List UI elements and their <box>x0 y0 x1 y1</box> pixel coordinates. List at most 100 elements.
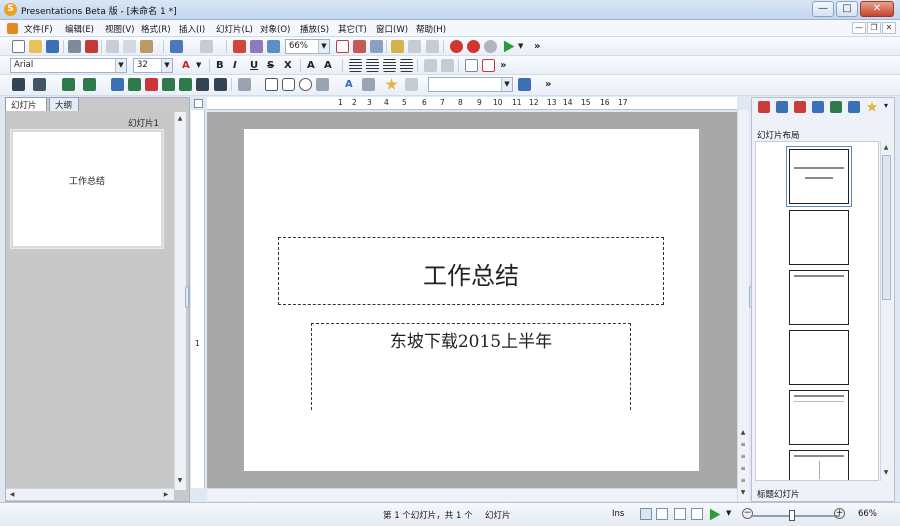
scroll-up-icon[interactable]: ▲ <box>881 143 891 153</box>
transition-icon[interactable] <box>848 101 860 113</box>
superscript-icon[interactable]: A <box>307 59 315 72</box>
copy-icon[interactable] <box>123 40 136 53</box>
layout-scrollbar[interactable]: ▲ ▼ <box>880 141 892 481</box>
zoom-in-icon[interactable]: + <box>834 508 845 519</box>
numbering-icon[interactable] <box>441 59 454 72</box>
scroll-up-icon[interactable]: ▲ <box>738 428 748 438</box>
chevron-down-icon[interactable]: ▼ <box>501 78 512 91</box>
menu-edit[interactable]: 编辑(E) <box>65 23 94 35</box>
text-frame-icon[interactable] <box>336 40 349 53</box>
position-icon[interactable] <box>12 78 25 91</box>
strikethrough-icon[interactable]: S <box>267 59 274 72</box>
italic-icon[interactable]: I <box>233 59 237 72</box>
slide-thumbnail[interactable]: 工作总结 <box>11 130 163 248</box>
menu-view[interactable]: 视图(V) <box>105 23 134 35</box>
zoom-slider-thumb[interactable] <box>789 510 795 521</box>
ungroup-icon[interactable] <box>128 78 141 91</box>
indent-icon[interactable] <box>465 59 478 72</box>
close-button[interactable]: ✕ <box>860 1 894 17</box>
spell-check-icon[interactable] <box>408 40 421 53</box>
line-style-icon[interactable] <box>518 78 531 91</box>
toolbar-overflow-button[interactable]: » <box>545 78 551 91</box>
next-slide-icon[interactable]: ≡ <box>738 464 748 474</box>
tab-outline[interactable]: 大纲 <box>49 97 79 111</box>
object-icon[interactable] <box>370 40 383 53</box>
chevron-down-icon[interactable]: ▼ <box>318 40 329 53</box>
document-icon[interactable] <box>7 23 18 34</box>
chevron-down-icon[interactable]: ▼ <box>115 59 126 72</box>
layout-icon[interactable] <box>758 101 770 113</box>
group-icon[interactable] <box>111 78 124 91</box>
slide-title[interactable]: 工作总结 <box>279 256 663 291</box>
text-frame-tool-icon[interactable] <box>362 78 375 91</box>
ellipse-icon[interactable] <box>299 78 312 91</box>
settings-icon[interactable] <box>484 40 497 53</box>
scroll-left-icon[interactable]: ◀ <box>7 490 17 500</box>
small-caps-icon[interactable]: X <box>284 59 292 72</box>
ruler-corner[interactable] <box>194 99 203 108</box>
align-right-icon[interactable] <box>383 59 396 72</box>
rounded-rect-icon[interactable] <box>282 78 295 91</box>
chart-icon[interactable] <box>426 40 439 53</box>
print-icon[interactable] <box>68 40 81 53</box>
page-up-icon[interactable]: ≡ <box>738 440 748 450</box>
background-icon[interactable] <box>812 101 824 113</box>
animation-icon[interactable] <box>830 101 842 113</box>
textart-icon[interactable]: A <box>345 78 353 91</box>
save-icon[interactable] <box>46 40 59 53</box>
layout-title-content[interactable] <box>789 390 849 445</box>
paste-icon[interactable] <box>140 40 153 53</box>
find-icon[interactable] <box>250 40 263 53</box>
table-icon[interactable] <box>33 78 46 91</box>
first-slide-icon[interactable]: ≡ <box>738 452 748 462</box>
play-icon[interactable] <box>503 40 515 53</box>
outline-view-icon[interactable] <box>656 508 668 520</box>
bring-front-icon[interactable] <box>145 78 158 91</box>
toolbar-overflow-button[interactable]: » <box>534 40 540 53</box>
cut-icon[interactable] <box>106 40 119 53</box>
layout-blank[interactable] <box>789 210 849 265</box>
justify-icon[interactable] <box>400 59 413 72</box>
layout-title-slide[interactable] <box>789 149 849 204</box>
font-size-select[interactable]: 32 ▼ <box>133 58 173 73</box>
scroll-down-icon[interactable]: ▼ <box>175 476 185 486</box>
doc-close-button[interactable]: ✕ <box>882 22 896 34</box>
doc-minimize-button[interactable]: — <box>852 22 866 34</box>
menu-object[interactable]: 对象(O) <box>260 23 290 35</box>
menu-play[interactable]: 播放(S) <box>300 23 329 35</box>
chevron-down-icon[interactable]: ▼ <box>518 40 523 53</box>
scroll-thumb[interactable] <box>882 155 891 300</box>
star-icon[interactable] <box>385 78 398 90</box>
subtitle-placeholder[interactable]: 东坡下载2015上半年 <box>311 323 631 410</box>
crop-icon[interactable] <box>214 78 227 91</box>
scroll-down-icon[interactable]: ▼ <box>738 488 748 498</box>
menu-slide[interactable]: 幻灯片(L) <box>216 23 253 35</box>
canvas-vscrollbar[interactable]: ▲ ≡ ≡ ≡ ≡ ▼ <box>737 110 749 501</box>
last-slide-icon[interactable]: ≡ <box>738 476 748 486</box>
chevron-down-icon[interactable]: ▼ <box>161 59 172 72</box>
layout-two-column[interactable] <box>789 450 849 480</box>
title-placeholder[interactable]: 工作总结 <box>278 237 664 305</box>
distribute-icon[interactable] <box>83 78 96 91</box>
align-center-icon[interactable] <box>366 59 379 72</box>
zoom-slider[interactable] <box>752 515 840 517</box>
menu-file[interactable]: 文件(F) <box>24 23 53 35</box>
chevron-down-icon[interactable]: ▼ <box>196 59 201 72</box>
normal-view-icon[interactable] <box>640 508 652 520</box>
insert-mode-status[interactable]: Ins <box>612 509 624 519</box>
left-splitter-handle[interactable] <box>185 286 189 308</box>
send-back-icon[interactable] <box>162 78 175 91</box>
autoshape-icon[interactable] <box>316 78 329 91</box>
open-folder-icon[interactable] <box>29 40 42 53</box>
slideshow-play-icon[interactable] <box>709 508 721 521</box>
pdf-export-icon[interactable] <box>85 40 98 53</box>
rectangle-icon[interactable] <box>265 78 278 91</box>
font-name-select[interactable]: Arial ▼ <box>10 58 127 73</box>
picture-icon[interactable] <box>353 40 366 53</box>
menu-format[interactable]: 格式(R) <box>141 23 171 35</box>
underline-icon[interactable]: U <box>250 59 258 72</box>
insert-table-icon[interactable] <box>233 40 246 53</box>
chevron-down-icon[interactable]: ▼ <box>726 509 731 517</box>
menu-help[interactable]: 帮助(H) <box>416 23 446 35</box>
bold-icon[interactable]: B <box>216 59 224 72</box>
